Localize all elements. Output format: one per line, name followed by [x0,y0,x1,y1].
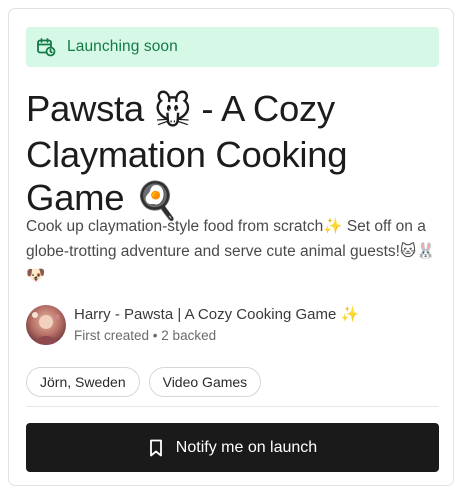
divider [26,406,439,407]
product-title[interactable]: Pawsta 🐭 - A Cozy Claymation Cooking Gam… [26,87,436,222]
backed-count: 2 backed [161,328,217,343]
mouse-emoji-icon: 🐭 [153,90,192,132]
bookmark-icon [148,439,164,457]
launching-soon-banner: Launching soon [26,27,439,67]
notify-me-button[interactable]: Notify me on launch [26,423,439,472]
maker-info: Harry - Pawsta | A Cozy Cooking Game ✨ F… [74,305,359,345]
meta-separator: • [152,328,158,343]
tag-category[interactable]: Video Games [148,367,262,397]
sparkles-emoji-icon: ✨ [323,218,343,235]
launching-soon-label: Launching soon [67,38,178,55]
maker-avatar[interactable] [26,305,66,345]
product-description-text: Cook up claymation-style food from scrat… [26,218,324,235]
first-created-label: First created [74,328,150,343]
product-title-text: Pawsta [26,88,154,129]
project-card: Launching soon Pawsta 🐭 - A Cozy Claymat… [8,8,454,486]
tag-location[interactable]: Jörn, Sweden [26,367,140,397]
maker-meta: First created • 2 backed [74,326,359,345]
notify-me-label: Notify me on launch [175,438,318,456]
calendar-clock-icon [36,37,56,57]
product-description: Cook up claymation-style food from scrat… [26,215,444,289]
tag-list: Jörn, Sweden Video Games [26,367,270,397]
maker-row[interactable]: Harry - Pawsta | A Cozy Cooking Game ✨ F… [26,301,446,349]
maker-name-text: Harry - Pawsta | A Cozy Cooking Game [74,306,341,323]
sparkles-emoji-icon: ✨ [340,306,360,323]
maker-name[interactable]: Harry - Pawsta | A Cozy Cooking Game ✨ [74,305,359,324]
